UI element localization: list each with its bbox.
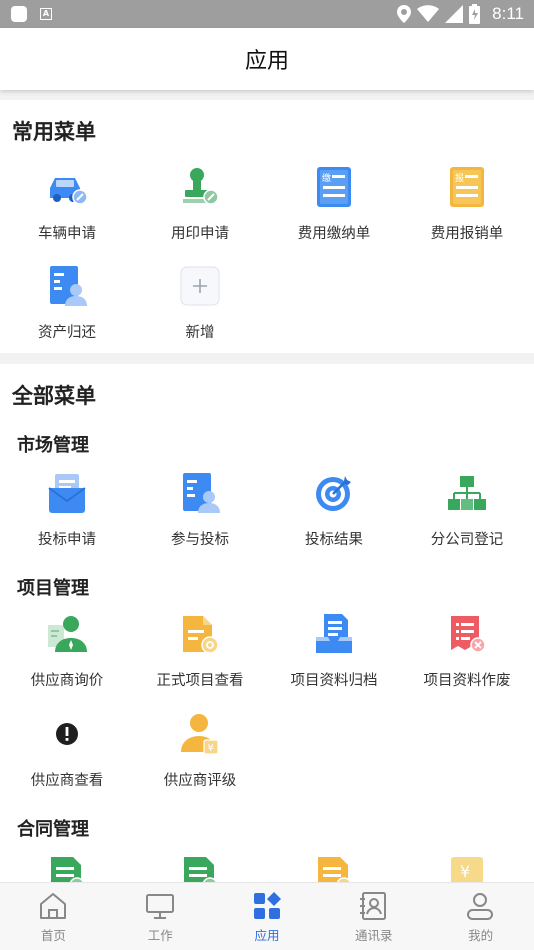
menu-item-label: 分公司登记 [430,532,504,548]
location-icon [397,5,412,23]
signal-icon [445,5,464,23]
battery-icon [469,4,481,24]
menu-item-label: 资产归还 [38,325,96,341]
project-view-icon [183,616,219,654]
group-title-project: 项目管理 [17,578,89,599]
tab-label: 首页 [40,928,66,943]
svg-text:¥: ¥ [208,743,214,754]
asset-return-icon [50,266,87,306]
add-icon [180,266,220,306]
reimbursement-icon: 报 [450,167,484,207]
fee-payment-icon: 缴 [317,167,351,207]
target-icon [316,476,351,511]
tab-contacts[interactable]: 通讯录 [320,883,427,950]
svg-text:¥: ¥ [460,862,470,881]
bid-join-icon [183,473,220,513]
bottom-tab-bar: 首页 工作 应用 通讯录 我的 [0,882,534,950]
menu-item-label: 供应商查看 [30,773,104,789]
all-menu-title: 全部菜单 [12,384,96,408]
void-icon [451,616,486,653]
tab-apps[interactable]: 应用 [214,883,321,950]
tab-work[interactable]: 工作 [107,883,214,950]
menu-item-label: 供应商询价 [30,673,104,689]
clock: 8:11 [492,4,524,23]
menu-item-label: 投标申请 [38,532,96,548]
a-badge-icon: A [40,8,52,20]
menu-item-label: 项目资料归档 [290,673,378,689]
notification-icon [11,6,27,22]
alert-icon [56,723,78,745]
supplier-inquiry-icon [48,616,87,652]
yuan-icon: ¥ [451,857,483,884]
car-icon [50,178,87,205]
status-bar: A 8:11 [0,0,534,28]
tab-label: 我的 [468,928,494,943]
supplier-rating-icon: ¥ [181,714,219,755]
common-menu-section: 常用菜单 车辆申请 用印申请 缴 费用缴纳单 报 费用报销单 资产归还 新增 [0,100,534,353]
tab-label: 工作 [147,928,173,943]
contract-doc-icon [318,857,352,884]
menu-item-label: 参与投标 [171,532,229,548]
page-title: 应用 [244,49,289,74]
tab-label: 通讯录 [355,928,393,943]
all-menu-section: 全部菜单 市场管理 投标申请 参与投标 投标结果 分公司登记 项目管理 供应商询… [0,364,534,884]
tab-label: 应用 [254,928,280,943]
apps-grid-icon [253,892,281,919]
contacts-icon [360,892,387,920]
common-menu-title: 常用菜单 [12,120,96,144]
contract-doc-icon [184,857,218,884]
contract-doc-icon [51,857,85,884]
user-icon [467,893,494,920]
archive-icon [316,614,352,653]
menu-item-label: 正式项目查看 [156,673,244,689]
wifi-icon [417,5,440,22]
header: 应用 [0,28,534,90]
menu-item-label: 用印申请 [171,226,229,242]
tab-home[interactable]: 首页 [0,883,107,950]
menu-item-label: 费用缴纳单 [297,226,371,242]
tab-mine[interactable]: 我的 [427,883,534,950]
monitor-icon [145,894,174,919]
stamp-icon [183,168,219,205]
menu-item-label: 项目资料作废 [423,673,511,689]
menu-item-label: 投标结果 [305,532,363,548]
group-title-contract: 合同管理 [17,819,89,840]
org-chart-icon [448,476,486,510]
svg-text:报: 报 [455,172,464,184]
group-title-market: 市场管理 [17,435,89,456]
home-icon [40,893,66,919]
bid-apply-icon [48,474,86,513]
svg-text:缴: 缴 [322,172,331,184]
menu-item-label: 车辆申请 [38,226,96,242]
menu-item-label: 供应商评级 [163,773,237,789]
menu-item-label: 费用报销单 [430,226,504,242]
menu-item-label: 新增 [185,325,215,341]
